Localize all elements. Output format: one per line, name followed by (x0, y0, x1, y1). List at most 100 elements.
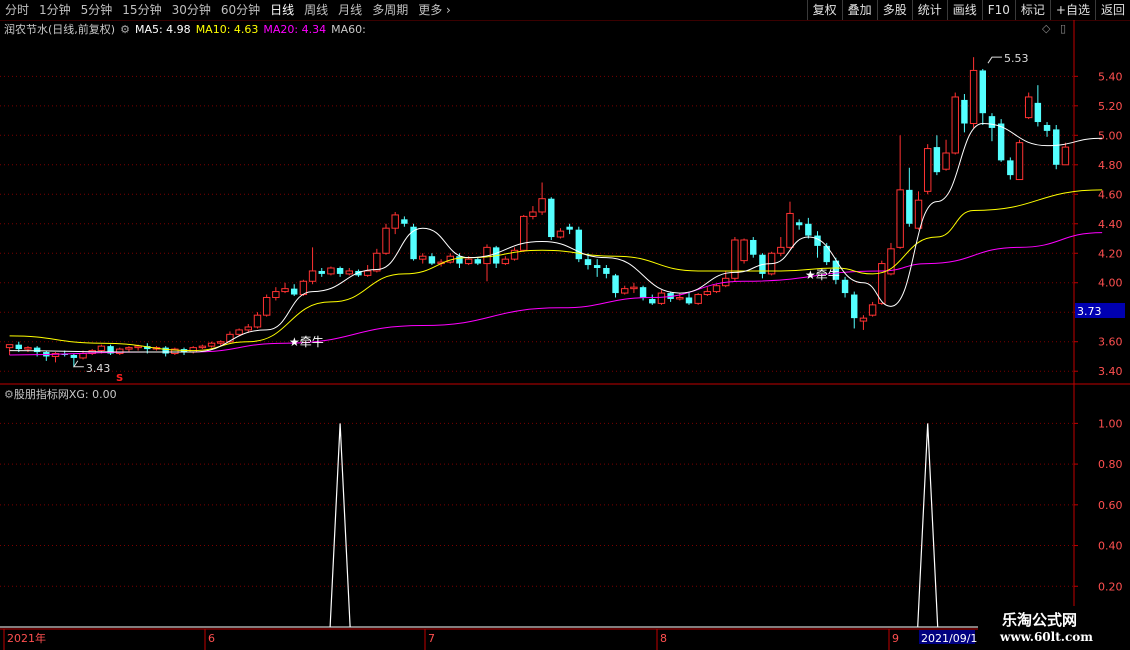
toolbar-button[interactable]: 多股 (876, 0, 912, 20)
more-menu[interactable]: 更多 › (413, 0, 456, 20)
candle (33, 346, 41, 357)
candle (584, 253, 592, 270)
candle-body (795, 222, 803, 226)
candle-body (290, 288, 298, 295)
candle (355, 269, 362, 277)
candle-body (896, 189, 904, 248)
period-tab[interactable]: 5分钟 (76, 0, 118, 20)
candle (731, 237, 739, 282)
kline-chart[interactable]: 5.40 5.20 5.00 4.80 4.60 4.40 4.20 4.00 3.80 3.60… (0, 0, 1130, 650)
candle (548, 197, 555, 240)
candle-body (318, 270, 325, 274)
candle-body (162, 347, 169, 354)
toolbar-button[interactable]: +自选 (1049, 0, 1095, 20)
period-tabs: 分时 1分钟 5分钟 15分钟 30分钟 60分钟 日线 周线 月线 多周期 更多 › (0, 0, 456, 20)
period-tab[interactable]: 周线 (299, 0, 333, 20)
candle-body (878, 263, 886, 304)
candle-body (767, 252, 776, 275)
period-tab[interactable]: 15分钟 (117, 0, 166, 20)
indicator-tick-label: 0.60 (1098, 499, 1123, 512)
toolbar-button[interactable]: 返回 (1094, 0, 1130, 20)
candle (24, 346, 32, 353)
candle (887, 242, 895, 276)
toolbar-button[interactable]: 画线 (946, 0, 982, 20)
candle-body (639, 287, 647, 298)
toolbar-button[interactable]: F10 (981, 0, 1015, 20)
candle (226, 331, 234, 344)
candle-body (593, 265, 601, 268)
date-label: 6 (208, 632, 215, 645)
candle-body (951, 96, 959, 154)
high-marker (987, 56, 1002, 64)
candle-body (61, 353, 68, 355)
candle (318, 268, 325, 277)
candle (575, 226, 583, 263)
toolbar-button[interactable]: 标记 (1014, 0, 1050, 20)
candle-body (70, 354, 78, 358)
candle-body (391, 214, 399, 229)
candle (446, 253, 454, 264)
period-tab[interactable]: 分时 (0, 0, 34, 20)
candle (786, 201, 794, 249)
period-tab[interactable]: 30分钟 (167, 0, 216, 20)
candle-body (657, 292, 666, 304)
candle-body (189, 347, 197, 353)
current-date-label: 2021/09/1 (921, 632, 977, 645)
candle (676, 293, 684, 301)
candle (896, 135, 904, 249)
candle-body (152, 347, 161, 350)
candle (612, 273, 619, 298)
candle-body (694, 294, 702, 304)
period-tab[interactable]: 月线 (333, 0, 367, 20)
candle-body (823, 245, 830, 263)
candle-body (428, 256, 436, 264)
period-tab[interactable]: 60分钟 (216, 0, 265, 20)
indicator-name: 股朋指标网 (13, 388, 69, 401)
candle-body (805, 223, 812, 236)
low-label: 3.43 (86, 362, 111, 375)
candle-body (1015, 142, 1024, 181)
indicator-settings-icon[interactable]: ⚙ (4, 388, 14, 401)
ma60-label: MA60: (331, 22, 366, 36)
stock-name: 润农节水(日线,前复权) (4, 23, 116, 36)
panel-controls: ◇ ▯ (1042, 22, 1066, 35)
candle (841, 276, 849, 298)
candle-body (786, 212, 794, 248)
candle (207, 341, 216, 348)
candle-body (198, 345, 207, 349)
current-price-label: 3.73 (1077, 305, 1102, 318)
toolbar-button[interactable]: 复权 (806, 0, 842, 20)
period-tab[interactable]: 多周期 (367, 0, 413, 20)
candle (336, 266, 344, 277)
candle-body (603, 268, 610, 274)
candle-body (685, 297, 693, 304)
candle (538, 182, 546, 215)
settings-icon[interactable]: ⚙ (120, 23, 130, 36)
panel-resize-icon[interactable]: ▯ (1060, 22, 1066, 35)
candle (703, 287, 712, 297)
period-tab[interactable]: 1分钟 (34, 0, 76, 20)
toolbar-button[interactable]: 统计 (911, 0, 947, 20)
candle (712, 284, 721, 294)
candle-body (510, 249, 519, 260)
candle (272, 287, 280, 301)
indicator-tick-label: 0.20 (1098, 580, 1123, 593)
candle-body (272, 291, 280, 298)
toolbar-button[interactable]: 叠加 (841, 0, 877, 20)
diamond-icon[interactable]: ◇ (1042, 22, 1050, 35)
candle (721, 270, 730, 288)
candle-body (851, 294, 858, 319)
s-marker: S (116, 373, 123, 384)
low-marker (72, 360, 84, 368)
candle-body (979, 70, 986, 114)
candle (61, 350, 68, 357)
candle-body (584, 259, 592, 266)
price-tick-label: 5.20 (1098, 100, 1123, 113)
candle-body (832, 260, 840, 280)
period-tab[interactable]: 日线 (265, 0, 299, 20)
indicator-tick-label: 0.40 (1098, 540, 1123, 553)
signal-label: ★牵牛 (805, 267, 840, 282)
candle-body (410, 226, 417, 260)
candle-body (336, 268, 344, 274)
candle-body (740, 239, 748, 262)
